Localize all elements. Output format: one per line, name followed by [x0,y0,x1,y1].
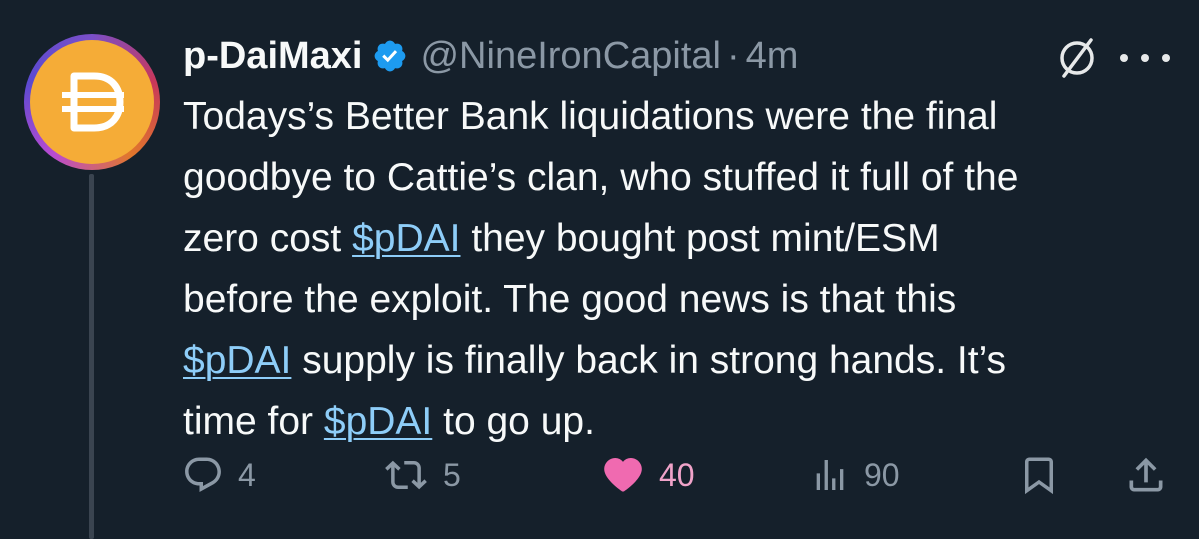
tweet-text-line: $pDAI supply is finally back in strong h… [183,330,1183,391]
author-name[interactable]: p-DaiMaxi [183,35,362,78]
tweet-text-line: zero cost $pDAI they bought post mint/ES… [183,208,1183,269]
cashtag-link[interactable]: $pDAI [324,400,432,443]
views-icon [816,460,844,490]
views-count: 90 [864,456,900,493]
tweet-header: p-DaiMaxi @NineIronCapital · 4m [183,28,798,84]
header-separator: · [726,34,740,77]
reply-button[interactable]: 4 [182,445,256,505]
tweet-text-line: Todays’s Better Bank liquidations were t… [183,95,998,138]
repost-icon [385,460,427,490]
text-segment: supply is finally back in strong hands. … [291,339,1007,382]
bookmark-button[interactable] [1018,445,1060,505]
more-icon[interactable] [1120,38,1170,78]
action-bar: 4 5 40 90 [0,445,1199,505]
text-segment: they bought post mint/ESM [460,217,940,260]
reply-count: 4 [238,456,256,493]
repost-count: 5 [443,456,461,493]
text-segment: to go up. [432,400,595,443]
author-handle[interactable]: @NineIronCapital [420,35,721,78]
bookmark-icon [1025,457,1053,495]
tweet-text-line: before the exploit. The good news is tha… [183,278,957,321]
verified-badge-icon[interactable] [372,38,408,74]
avatar[interactable] [24,34,160,170]
tweet-text-line: time for $pDAI to go up. [183,391,1183,452]
tweet-text: Todays’s Better Bank liquidations were t… [183,86,1183,452]
tweet-text-line: goodbye to Cattie’s clan, who stuffed it… [183,156,1019,199]
dai-logo-icon [30,40,154,164]
text-segment: time for [183,400,324,443]
tweet[interactable]: p-DaiMaxi @NineIronCapital · 4m Todays’s… [0,0,1199,539]
heart-icon [604,458,642,492]
reply-icon [185,457,221,493]
tweet-timestamp[interactable]: 4m [746,35,799,78]
cashtag-link[interactable]: $pDAI [352,217,460,260]
text-segment: zero cost [183,217,353,260]
grok-icon[interactable] [1055,36,1099,80]
cashtag-link[interactable]: $pDAI [183,339,291,382]
repost-button[interactable]: 5 [383,445,461,505]
share-icon [1129,457,1163,492]
share-button[interactable] [1124,445,1168,505]
views-button[interactable]: 90 [810,445,900,505]
like-button[interactable]: 40 [601,445,695,505]
like-count: 40 [659,456,695,493]
